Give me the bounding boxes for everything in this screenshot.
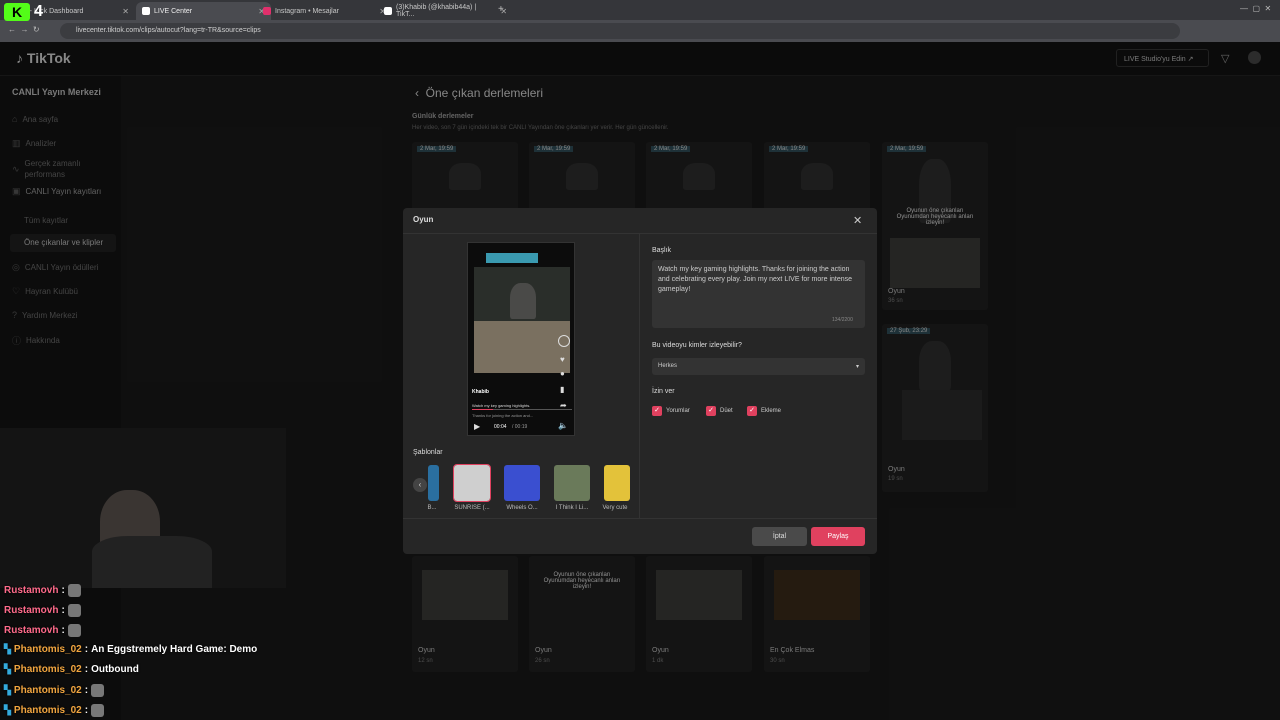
caption-label: Başlık bbox=[652, 247, 672, 254]
close-icon[interactable]: ✕ bbox=[853, 214, 862, 227]
chat-username: Rustamovh bbox=[4, 585, 59, 596]
template-label: B... bbox=[427, 505, 437, 511]
preview-caption: Watch my key gaming highlights. bbox=[472, 403, 531, 408]
checkmark-icon: ✓ bbox=[747, 406, 757, 416]
tab-title: Instagram • Mesajlar bbox=[275, 7, 339, 15]
permission-label: Yorumlar bbox=[666, 408, 690, 414]
visibility-label: Bu videoyu kimler izleyebilir? bbox=[652, 342, 742, 349]
checkmark-icon: ✓ bbox=[706, 406, 716, 416]
volume-icon[interactable]: 🔈 bbox=[558, 421, 568, 430]
chat-message: Rustamovh: bbox=[4, 624, 81, 637]
permission-checkbox[interactable]: ✓ Ekleme bbox=[747, 406, 781, 416]
badge-icon: ▚ bbox=[4, 705, 11, 715]
chat-colon: : bbox=[84, 644, 89, 655]
badge-icon: ▚ bbox=[4, 644, 11, 654]
chat-message: ▚ Phantomis_02: An Eggstremely Hard Game: … bbox=[4, 644, 257, 655]
chat-colon: : bbox=[61, 585, 65, 596]
bookmark-icon: ▮ bbox=[560, 385, 565, 394]
cancel-button[interactable]: İptal bbox=[752, 527, 807, 546]
chat-text: An Eggstremely Hard Game: Demo bbox=[91, 644, 258, 655]
template-thumb[interactable] bbox=[604, 465, 630, 501]
chat-username: Rustamovh bbox=[4, 625, 59, 636]
caption-counter: 134/2200 bbox=[832, 317, 853, 323]
badge-icon: ▚ bbox=[4, 664, 11, 674]
chat-username: Rustamovh bbox=[4, 605, 59, 616]
emote-icon bbox=[67, 624, 81, 637]
permission-checkbox[interactable]: ✓ Yorumlar bbox=[652, 406, 690, 416]
permissions-label: İzin ver bbox=[652, 388, 675, 395]
preview-user: Khabib bbox=[472, 389, 489, 395]
chat-username: Phantomis_02 bbox=[13, 644, 82, 655]
badge-icon: ▚ bbox=[4, 685, 11, 695]
webcam-overlay bbox=[0, 428, 286, 588]
chat-colon: : bbox=[61, 605, 65, 616]
modal-title: Oyun bbox=[413, 215, 434, 224]
tab-favicon bbox=[142, 7, 150, 15]
modal-header bbox=[403, 208, 877, 234]
comment-icon: ● bbox=[560, 369, 565, 378]
time-total: / 00:19 bbox=[512, 424, 528, 430]
streamer-body bbox=[92, 536, 212, 588]
template-thumb[interactable] bbox=[504, 465, 540, 501]
video-preview[interactable]: ♥ ● ▮ ➦ Khabib Watch my key gaming highl… bbox=[467, 242, 575, 436]
chat-colon: : bbox=[84, 664, 89, 675]
emote-icon bbox=[67, 584, 81, 597]
new-tab-button[interactable]: + bbox=[498, 4, 504, 15]
template-label: SUNRISE (... bbox=[454, 505, 490, 511]
chat-text: Outbound bbox=[91, 664, 139, 675]
tab-title: LIVE Center bbox=[154, 7, 193, 15]
permission-label: Düet bbox=[720, 408, 733, 414]
chat-message: Rustamovh: bbox=[4, 584, 81, 597]
time-current: 00:04 bbox=[494, 424, 507, 430]
preview-cam bbox=[474, 267, 570, 323]
chat-message: Rustamovh: bbox=[4, 604, 81, 617]
url-input[interactable]: livecenter.tiktok.com/clips/autocut?lang… bbox=[60, 23, 1180, 39]
template-thumb[interactable] bbox=[453, 464, 491, 502]
tab-favicon bbox=[263, 7, 271, 15]
tab-title: (3)Khabib (@khabib44a) | TikT... bbox=[396, 4, 477, 18]
template-label: Very cute bbox=[602, 505, 628, 511]
chat-message: ▚ Phantomis_02: bbox=[4, 704, 105, 717]
template-label: I Think I Li... bbox=[555, 505, 589, 511]
visibility-select[interactable]: Herkes ▾ bbox=[652, 358, 865, 375]
chat-colon: : bbox=[61, 625, 65, 636]
checkmark-icon: ✓ bbox=[652, 406, 662, 416]
chat-colon: : bbox=[84, 705, 89, 716]
browser-tab[interactable]: LIVE Center ✕ bbox=[136, 2, 271, 20]
tab-favicon bbox=[384, 7, 392, 15]
template-thumb[interactable] bbox=[554, 465, 590, 501]
preview-caption-2: Thanks for joining the action and... bbox=[472, 413, 534, 418]
share-button[interactable]: Paylaş bbox=[811, 527, 865, 546]
templates-label: Şablonlar bbox=[413, 449, 443, 456]
templates-prev-button[interactable]: ‹ bbox=[413, 478, 427, 492]
nav-buttons[interactable]: ← → ↻ bbox=[8, 25, 40, 34]
chat-colon: : bbox=[84, 685, 89, 696]
browser-tab[interactable]: (3)Khabib (@khabib44a) | TikT... ✕ bbox=[378, 2, 513, 20]
browser-tab[interactable]: Instagram • Mesajlar ✕ bbox=[257, 2, 392, 20]
preview-game bbox=[474, 321, 570, 373]
permission-label: Ekleme bbox=[761, 408, 782, 414]
kick-logo: K bbox=[4, 3, 30, 21]
avatar-icon bbox=[558, 335, 570, 347]
chat-username: Phantomis_02 bbox=[13, 705, 82, 716]
chat-username: Phantomis_02 bbox=[13, 664, 82, 675]
emote-icon bbox=[91, 704, 105, 717]
like-icon: ♥ bbox=[560, 355, 565, 364]
template-thumb[interactable] bbox=[428, 465, 439, 501]
permission-checkbox[interactable]: ✓ Düet bbox=[706, 406, 733, 416]
template-label: Wheels O... bbox=[506, 505, 538, 511]
modal-divider bbox=[639, 234, 640, 518]
emote-icon bbox=[67, 604, 81, 617]
chat-message: ▚ Phantomis_02: Outbound bbox=[4, 664, 139, 675]
chat-message: ▚ Phantomis_02: bbox=[4, 684, 105, 697]
preview-banner bbox=[486, 253, 538, 263]
play-icon[interactable]: ▶ bbox=[474, 422, 480, 431]
chevron-down-icon: ▾ bbox=[855, 364, 859, 370]
emote-icon bbox=[91, 684, 105, 697]
chat-username: Phantomis_02 bbox=[13, 685, 82, 696]
close-tab-icon[interactable]: ✕ bbox=[122, 7, 129, 16]
window-controls[interactable]: — ▢ ✕ bbox=[1240, 4, 1271, 13]
viewer-count: 4 bbox=[34, 3, 43, 20]
